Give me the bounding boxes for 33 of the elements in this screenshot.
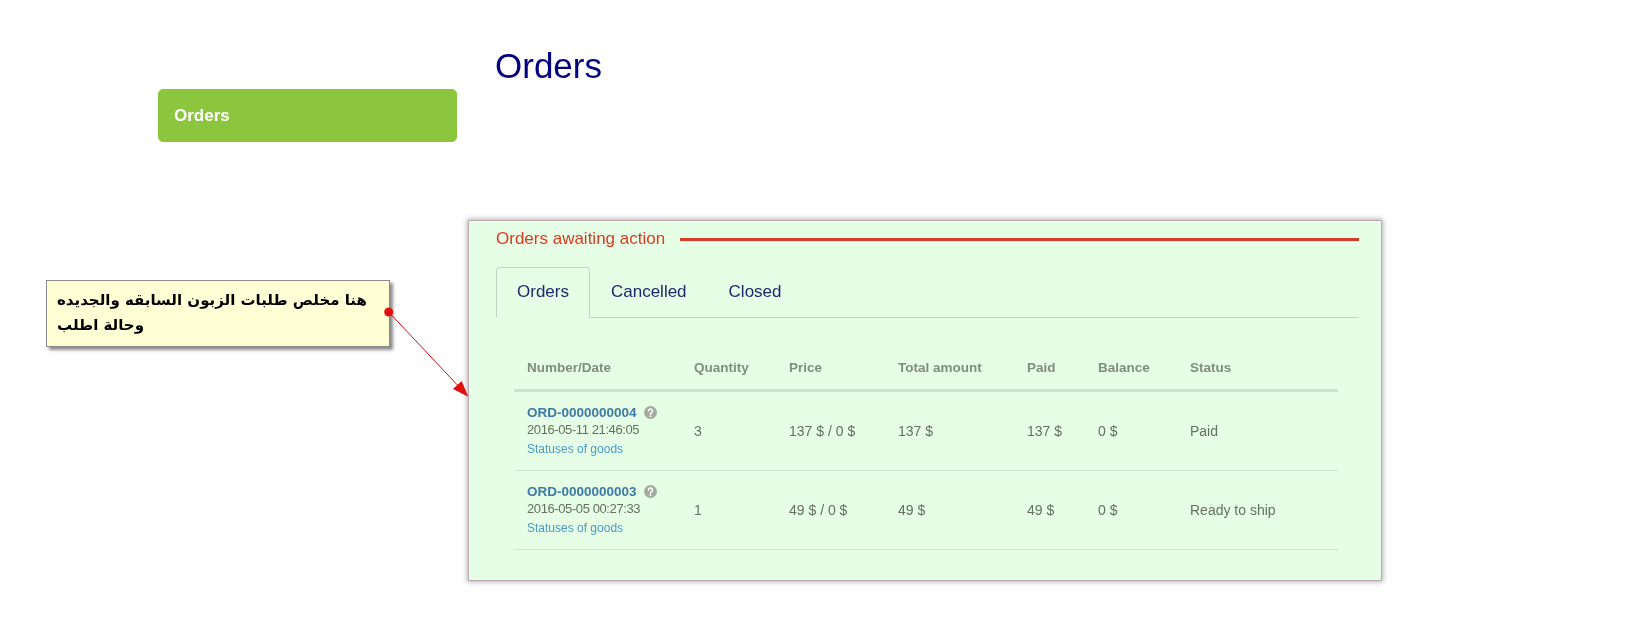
column-header: Status <box>1190 360 1232 375</box>
column-header: Balance <box>1098 360 1150 375</box>
table-cell: 137 $ <box>898 422 934 439</box>
help-icon[interactable] <box>643 485 657 498</box>
column-header: Price <box>789 360 823 375</box>
table-cell: 49 $ / 0 $ <box>789 501 848 518</box>
table-cell: 137 $ / 0 $ <box>789 422 856 439</box>
order-date: 2016-05-05 00:27:33 <box>527 500 641 517</box>
column-header: Quantity <box>694 360 749 375</box>
tab[interactable]: Closed <box>707 267 803 318</box>
table-cell: 0 $ <box>1098 422 1118 439</box>
help-icon[interactable] <box>643 406 657 419</box>
order-number-link[interactable]: ORD-0000000003 <box>527 483 637 500</box>
column-header: Total amount <box>898 360 982 375</box>
table-cell: 49 $ <box>898 501 926 518</box>
page-title: Orders <box>495 46 602 86</box>
table-cell: 137 $ <box>1027 422 1063 439</box>
table-cell: Paid <box>1190 422 1219 439</box>
table-cell: 0 $ <box>1098 501 1118 518</box>
order-date: 2016-05-11 21:46:05 <box>527 421 640 438</box>
table-cell: Ready to ship <box>1190 501 1276 518</box>
tab[interactable]: Cancelled <box>589 267 708 318</box>
statuses-link[interactable]: Statuses of goods <box>527 441 624 458</box>
table-cell: 1 <box>694 501 702 518</box>
column-header: Number/Date <box>527 360 612 375</box>
section-legend: Orders awaiting action <box>496 229 666 249</box>
table-cell: 49 $ <box>1027 501 1055 518</box>
tab[interactable]: Orders <box>496 267 590 318</box>
order-number-link[interactable]: ORD-0000000004 <box>527 404 637 421</box>
callout-note: هنا مخلص طلبات الزبون السابقه والجديده وحالة اطلب <box>46 280 390 347</box>
statuses-link[interactable]: Statuses of goods <box>527 520 624 537</box>
table-cell: 3 <box>694 422 702 439</box>
column-header: Paid <box>1027 360 1056 375</box>
